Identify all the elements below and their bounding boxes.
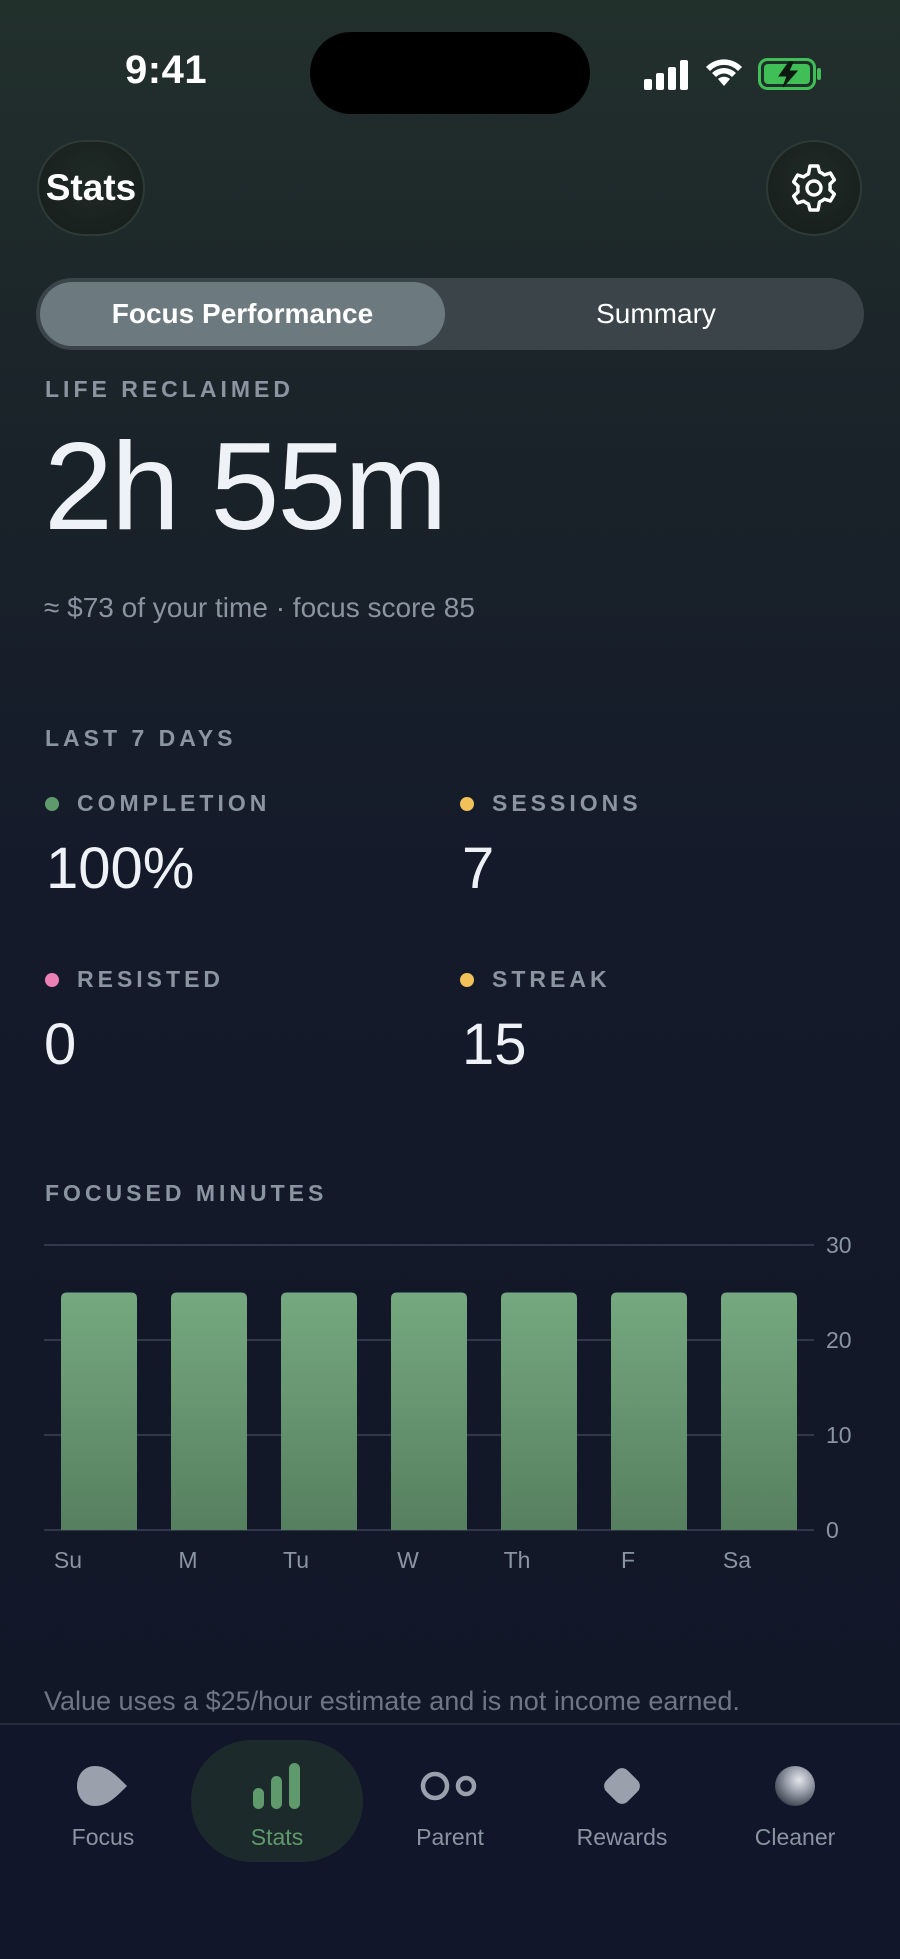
x-tick-label: M: [178, 1547, 197, 1573]
sessions-label-text: SESSIONS: [492, 790, 642, 816]
streak-label-text: STREAK: [492, 966, 611, 992]
y-tick-label: 0: [826, 1517, 839, 1543]
dynamic-island: [310, 32, 590, 114]
tab-cleaner-label: Cleaner: [754, 1824, 836, 1850]
sessions-dot: [460, 796, 474, 811]
tab-summary[interactable]: Summary: [452, 282, 860, 346]
last-7-days-label: LAST 7 DAYS: [45, 725, 237, 751]
parent-icon: [420, 1771, 477, 1801]
tab-focus-performance[interactable]: Focus Performance: [40, 282, 445, 346]
resisted-value: 0: [44, 1012, 77, 1077]
completion-value: 100%: [46, 836, 195, 901]
bar-sa: [721, 1292, 797, 1530]
gear-icon: [791, 164, 837, 212]
y-tick-label: 30: [826, 1232, 852, 1258]
sessions-value: 7: [462, 836, 495, 901]
resisted-label-text: RESISTED: [77, 966, 225, 992]
completion-label: COMPLETION: [45, 790, 270, 817]
x-tick-label: Sa: [723, 1547, 751, 1573]
tab-parent-label: Parent: [416, 1824, 484, 1850]
sessions-label: SESSIONS: [460, 790, 642, 817]
bar-su: [61, 1292, 137, 1530]
y-tick-label: 20: [826, 1327, 852, 1353]
cellular-signal-icon: [644, 60, 688, 90]
stats-title-button[interactable]: Stats: [37, 140, 145, 236]
focused-minutes-label: FOCUSED MINUTES: [45, 1180, 328, 1206]
value-footnote: Value uses a $25/hour estimate and is no…: [44, 1686, 740, 1716]
x-tick-label: F: [621, 1547, 635, 1573]
focused-minutes-chart: 0 10 20 30 Su M Tu W Th F Sa: [44, 1232, 852, 1573]
streak-dot: [460, 972, 474, 987]
completion-dot: [45, 796, 59, 811]
tab-focus[interactable]: Focus: [28, 1752, 178, 1892]
x-tick-label: Tu: [283, 1547, 309, 1573]
streak-value: 15: [462, 1012, 527, 1077]
page-title: Stats: [45, 167, 137, 208]
streak-label: STREAK: [460, 966, 611, 993]
resisted-label: RESISTED: [45, 966, 224, 993]
tab-parent[interactable]: Parent: [375, 1752, 525, 1892]
life-reclaimed-value: 2h 55m: [44, 418, 448, 556]
wifi-icon: [706, 59, 742, 86]
x-tick-label: W: [397, 1547, 419, 1573]
resisted-dot: [45, 972, 59, 987]
tab-rewards-label: Rewards: [576, 1824, 668, 1850]
completion-label-text: COMPLETION: [77, 790, 271, 816]
stats-icon: [253, 1763, 300, 1809]
bar-th: [501, 1292, 577, 1530]
status-time: 9:41: [125, 48, 208, 92]
focus-icon: [77, 1766, 127, 1806]
tab-rewards[interactable]: Rewards: [547, 1752, 697, 1892]
bar-tu: [281, 1292, 357, 1530]
bar-m: [171, 1292, 247, 1530]
life-reclaimed-label: LIFE RECLAIMED: [45, 376, 294, 402]
x-tick-label: Su: [54, 1547, 82, 1573]
rewards-icon: [604, 1768, 640, 1804]
tab-stats-label: Stats: [250, 1824, 304, 1850]
bar-f: [611, 1292, 687, 1530]
battery-charging-icon: [758, 58, 821, 90]
tab-focus-label: Focus: [71, 1824, 135, 1850]
y-tick-label: 10: [826, 1422, 852, 1448]
tab-stats[interactable]: Stats: [202, 1752, 352, 1892]
x-tick-label: Th: [504, 1547, 531, 1573]
bar-w: [391, 1292, 467, 1530]
settings-button[interactable]: [766, 140, 862, 236]
life-reclaimed-subtitle: ≈ $73 of your time · focus score 85: [44, 592, 475, 623]
tab-cleaner[interactable]: Cleaner: [720, 1752, 870, 1892]
cleaner-icon: [775, 1766, 815, 1806]
